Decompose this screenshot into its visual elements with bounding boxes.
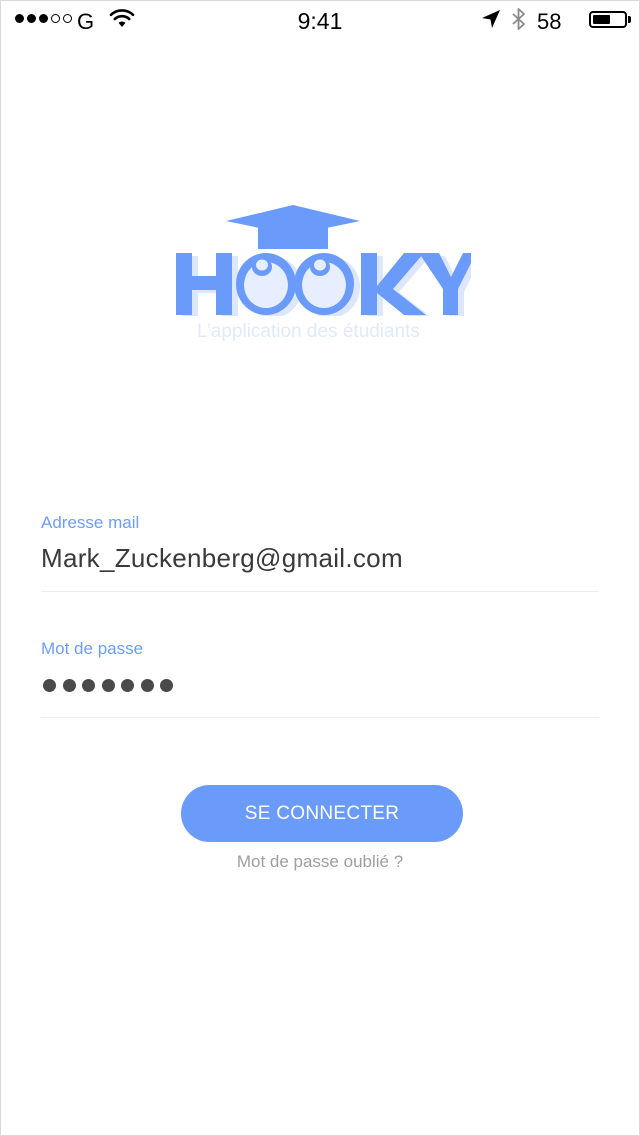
password-label: Mot de passe — [41, 639, 144, 658]
app-tagline: L’application des étudiants — [197, 321, 420, 342]
bluetooth-icon — [512, 8, 525, 30]
password-input[interactable] — [43, 679, 173, 692]
password-dot — [101, 679, 115, 692]
login-screen: G 9:41 58 L’application des étudiants Ad… — [0, 0, 640, 1136]
password-dot — [62, 679, 76, 692]
location-arrow-icon — [482, 10, 500, 28]
battery-percent: 58 — [537, 9, 562, 34]
email-field[interactable]: Adresse mail Mark_Zuckenberg@gmail.com — [41, 513, 599, 592]
status-bar: G 9:41 58 — [1, 1, 639, 41]
password-dot — [140, 679, 154, 692]
login-button[interactable]: SE CONNECTER — [181, 785, 463, 842]
app-logo: L’application des étudiants — [171, 201, 471, 351]
hooky-logo-icon — [176, 205, 471, 316]
email-label: Adresse mail — [41, 513, 140, 532]
email-input[interactable]: Mark_Zuckenberg@gmail.com — [41, 543, 403, 574]
battery-icon — [589, 11, 631, 28]
password-dot — [43, 679, 56, 692]
password-dot — [82, 679, 95, 692]
password-field[interactable]: Mot de passe — [41, 639, 599, 718]
password-dot — [160, 679, 173, 692]
password-dot — [121, 679, 134, 692]
forgot-password-link[interactable]: Mot de passe oublié ? — [1, 852, 639, 872]
